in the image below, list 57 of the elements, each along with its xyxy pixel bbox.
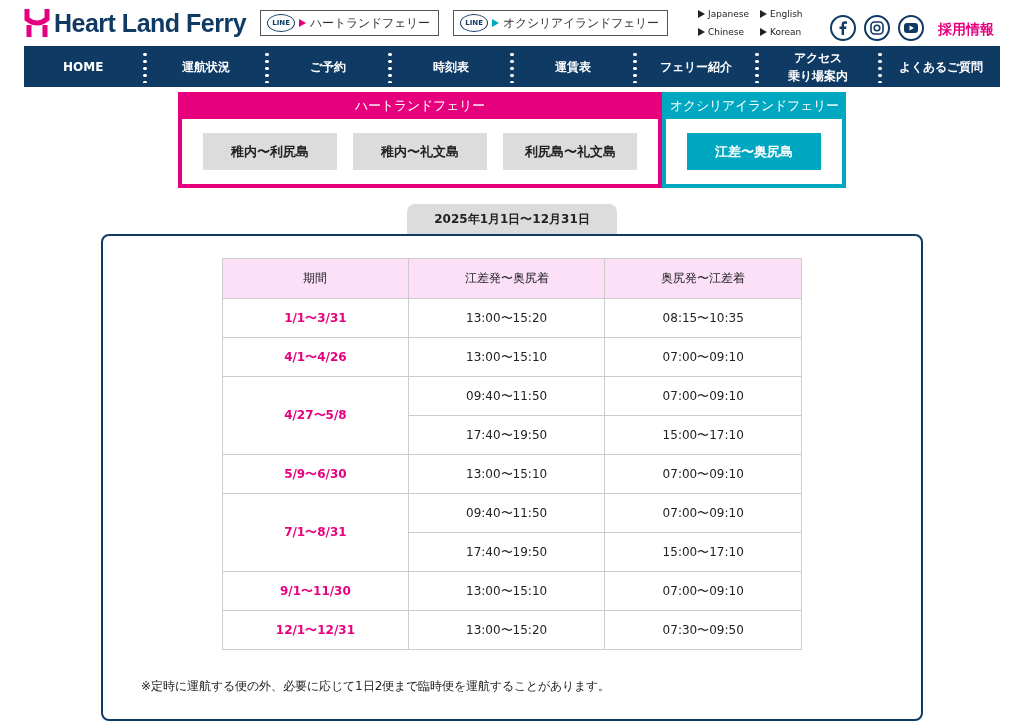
language-link[interactable]: Japanese [698, 9, 761, 19]
route-button[interactable]: 利尻島〜礼文島 [503, 133, 637, 170]
nav-item[interactable]: 運賃表 [514, 57, 633, 76]
period-cell: 7/1〜8/31 [222, 493, 409, 572]
language-link[interactable]: Korean [760, 27, 817, 37]
facebook-icon[interactable] [830, 15, 857, 41]
period-cell: 5/9〜6/30 [222, 454, 409, 494]
column-header: 期間 [222, 258, 409, 299]
period-cell: 4/1〜4/26 [222, 337, 409, 377]
time-cell: 13:00〜15:20 [408, 298, 605, 338]
time-cell: 17:40〜19:50 [408, 415, 605, 455]
nav-item[interactable]: フェリー紹介 [636, 57, 755, 76]
nav-item[interactable]: アクセス 乗り場案内 [759, 48, 878, 85]
column-header: 奥尻発〜江差着 [604, 258, 802, 299]
route-button[interactable]: 稚内〜礼文島 [353, 133, 487, 170]
route-button[interactable]: 稚内〜利尻島 [203, 133, 337, 170]
ferry-logo[interactable]: Heart Land Ferry [24, 7, 247, 39]
triangle-icon [698, 28, 706, 36]
time-cell: 08:15〜10:35 [604, 298, 802, 338]
time-cell: 09:40〜11:50 [408, 493, 605, 533]
time-cell: 07:00〜09:10 [604, 454, 802, 494]
nav-item[interactable]: HOME [24, 57, 143, 76]
time-cell: 13:00〜15:10 [408, 337, 605, 377]
footnote: ※定時に運航する便の外、必要に応じて1日2便まで臨時便を運航することがあります。 [141, 678, 611, 695]
route-group-title: オクシリアイランドフェリー [668, 97, 840, 115]
time-cell: 07:00〜09:10 [604, 493, 802, 533]
period-cell: 9/1〜11/30 [222, 571, 409, 611]
route-group-title: ハートランドフェリー [354, 97, 486, 115]
time-cell: 07:00〜09:10 [604, 337, 802, 377]
time-cell: 13:00〜15:10 [408, 571, 605, 611]
period-cell: 1/1〜3/31 [222, 298, 409, 338]
triangle-icon [698, 10, 706, 18]
time-cell: 13:00〜15:20 [408, 610, 605, 650]
logo-mark-icon [24, 7, 50, 39]
instagram-icon[interactable] [864, 15, 891, 41]
language-link[interactable]: Chinese [698, 27, 761, 37]
period-tab[interactable]: 2025年1月1日〜12月31日 [407, 204, 617, 234]
triangle-icon [760, 10, 768, 18]
time-cell: 07:30〜09:50 [604, 610, 802, 650]
nav-item[interactable]: 時刻表 [391, 57, 510, 76]
time-cell: 09:40〜11:50 [408, 376, 605, 416]
language-link[interactable]: English [760, 9, 817, 19]
time-cell: 07:00〜09:10 [604, 376, 802, 416]
time-cell: 17:40〜19:50 [408, 532, 605, 572]
nav-item[interactable]: 運航状況 [146, 57, 265, 76]
time-cell: 15:00〜17:10 [604, 532, 802, 572]
time-cell: 07:00〜09:10 [604, 571, 802, 611]
period-cell: 12/1〜12/31 [222, 610, 409, 650]
column-header: 江差発〜奥尻着 [408, 258, 605, 299]
time-cell: 13:00〜15:10 [408, 454, 605, 494]
triangle-icon [760, 28, 768, 36]
nav-item[interactable]: ご予約 [269, 57, 388, 76]
time-cell: 15:00〜17:10 [604, 415, 802, 455]
youtube-icon[interactable] [898, 15, 925, 41]
nav-item[interactable]: よくあるご質問 [881, 57, 1000, 76]
period-cell: 4/27〜5/8 [222, 376, 409, 455]
recruit-link[interactable]: 採用情報 [938, 21, 995, 39]
